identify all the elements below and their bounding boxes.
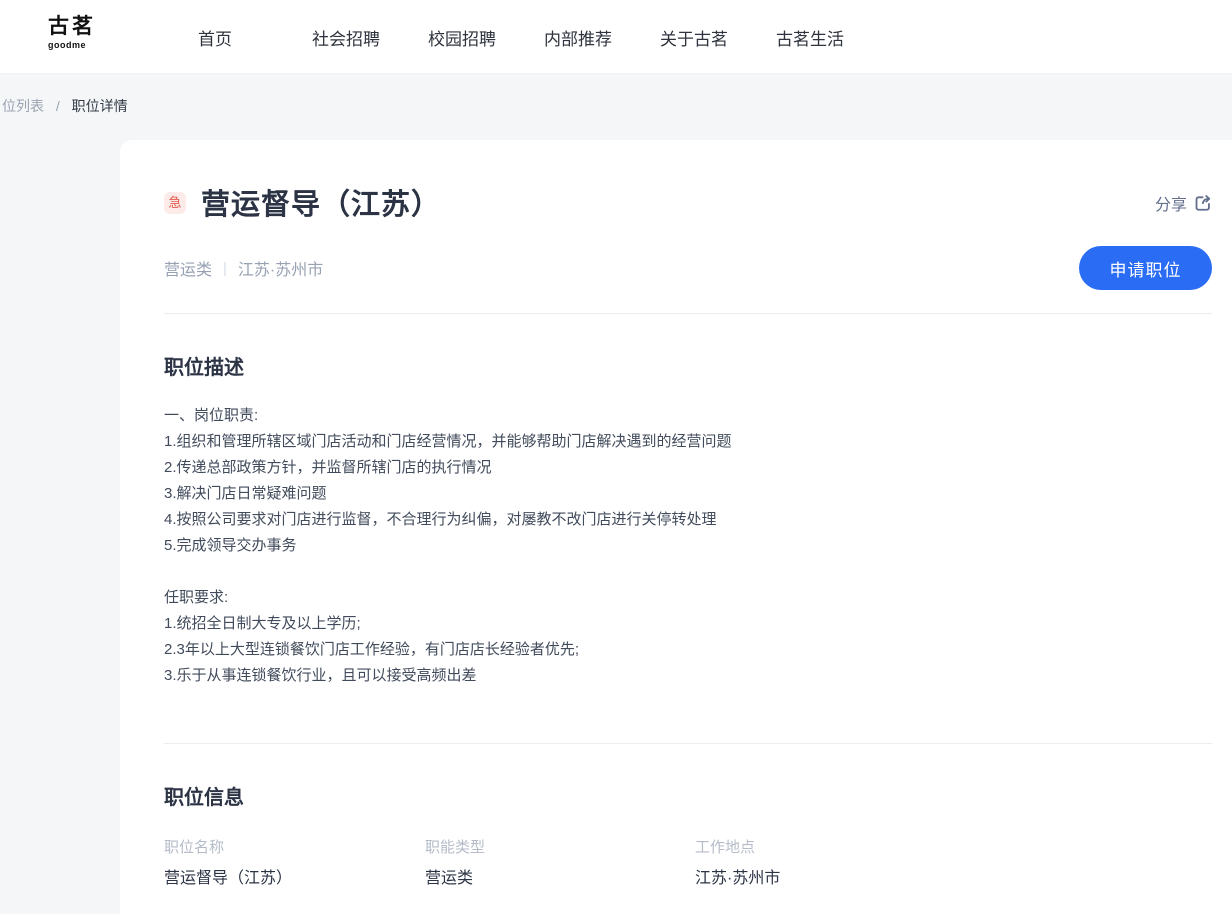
job-meta-separator: | bbox=[223, 260, 227, 277]
nav-item-home[interactable]: 首页 bbox=[198, 25, 232, 50]
apply-job-button[interactable]: 申请职位 bbox=[1079, 246, 1212, 290]
main-nav: 首页 社会招聘 校园招聘 内部推荐 关于古茗 古茗生活 bbox=[198, 0, 844, 74]
job-title-row: 急 营运督导（江苏） 分享 bbox=[164, 140, 1212, 222]
share-button[interactable]: 分享 bbox=[1155, 191, 1212, 215]
job-info-item-name: 职位名称 营运督导（江苏） bbox=[164, 838, 425, 890]
section-divider-bottom bbox=[164, 743, 1212, 744]
job-info-value: 营运督导（江苏） bbox=[164, 868, 425, 890]
job-description-heading: 职位描述 bbox=[164, 354, 1212, 382]
job-detail-card: 急 营运督导（江苏） 分享 营运类 | 江苏·苏州市 bbox=[120, 140, 1232, 914]
nav-item-about[interactable]: 关于古茗 bbox=[660, 25, 728, 50]
breadcrumb: 位列表 / 职位详情 bbox=[2, 96, 128, 116]
job-meta-row: 营运类 | 江苏·苏州市 申请职位 bbox=[164, 246, 1212, 290]
section-divider-top bbox=[164, 313, 1212, 314]
job-info-value: 营运类 bbox=[425, 868, 695, 890]
job-title: 营运督导（江苏） bbox=[201, 181, 441, 223]
job-info-value: 江苏·苏州市 bbox=[695, 868, 1212, 890]
job-info-item-type: 职能类型 营运类 bbox=[425, 838, 695, 890]
job-info-label: 职能类型 bbox=[425, 838, 695, 858]
job-category: 营运类 bbox=[164, 256, 212, 280]
nav-item-life[interactable]: 古茗生活 bbox=[776, 25, 844, 50]
nav-item-campus-recruitment[interactable]: 校园招聘 bbox=[428, 25, 496, 50]
breadcrumb-job-list[interactable]: 位列表 bbox=[2, 98, 44, 114]
job-meta: 营运类 | 江苏·苏州市 bbox=[164, 256, 323, 280]
job-info-label: 职位名称 bbox=[164, 838, 425, 858]
share-label: 分享 bbox=[1155, 191, 1187, 215]
breadcrumb-job-detail: 职位详情 bbox=[72, 98, 128, 114]
nav-item-internal-referral[interactable]: 内部推荐 bbox=[544, 25, 612, 50]
job-description-body: 一、岗位职责: 1.组织和管理所辖区域门店活动和门店经营情况，并能够帮助门店解决… bbox=[164, 403, 1212, 689]
job-detail-page: 古茗 goodme 首页 社会招聘 校园招聘 内部推荐 关于古茗 古茗生活 位列… bbox=[0, 0, 1232, 914]
job-info-label: 工作地点 bbox=[695, 838, 1212, 858]
urgent-badge: 急 bbox=[164, 192, 186, 214]
top-navbar: 古茗 goodme 首页 社会招聘 校园招聘 内部推荐 关于古茗 古茗生活 bbox=[0, 0, 1232, 74]
brand-subname: goodme bbox=[48, 40, 96, 50]
brand-name: 古茗 bbox=[48, 15, 96, 39]
job-info-grid: 职位名称 营运督导（江苏） 职能类型 营运类 工作地点 江苏·苏州市 bbox=[164, 838, 1212, 890]
job-info-heading: 职位信息 bbox=[164, 784, 1212, 812]
job-location: 江苏·苏州市 bbox=[238, 256, 323, 280]
nav-item-social-recruitment[interactable]: 社会招聘 bbox=[312, 25, 380, 50]
brand-logo[interactable]: 古茗 goodme bbox=[48, 15, 96, 50]
share-export-icon bbox=[1194, 194, 1212, 212]
breadcrumb-separator: / bbox=[56, 98, 60, 114]
job-info-item-location: 工作地点 江苏·苏州市 bbox=[695, 838, 1212, 890]
